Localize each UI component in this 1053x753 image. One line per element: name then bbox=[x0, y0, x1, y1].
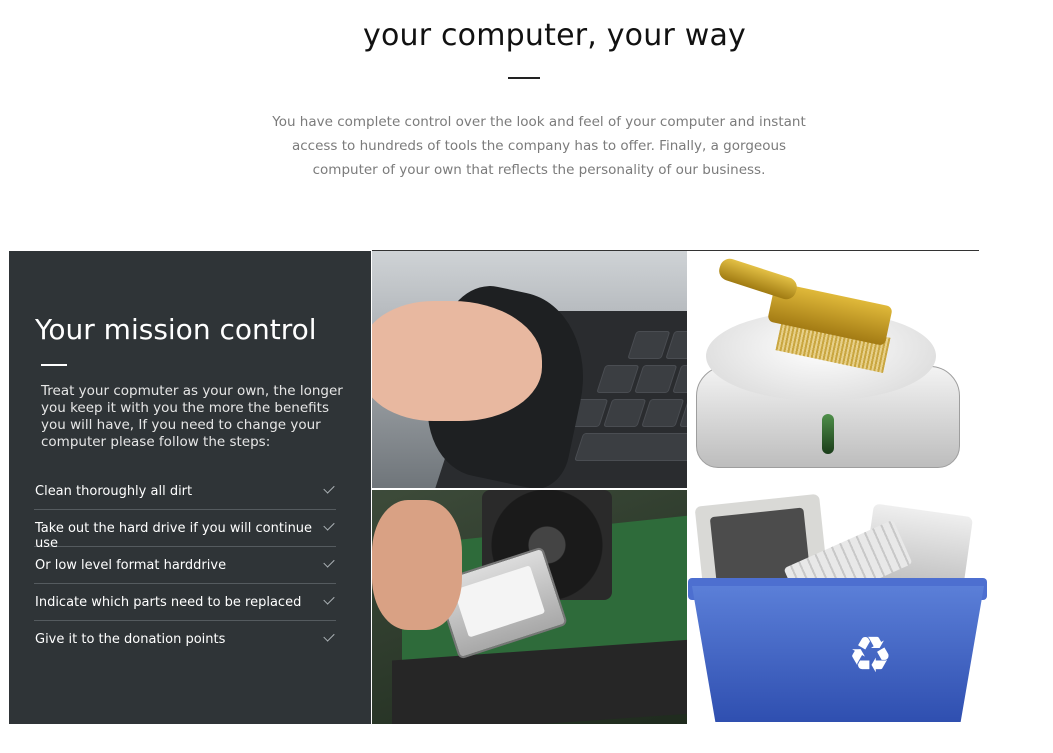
hand-shape bbox=[372, 301, 542, 421]
drive-led bbox=[822, 414, 834, 454]
recycle-bin-computers-image: ♻ bbox=[688, 490, 987, 724]
brush-handle bbox=[716, 256, 800, 302]
check-icon bbox=[323, 630, 335, 642]
step-label: Indicate which parts need to be replaced bbox=[35, 595, 302, 610]
motherboard-hard-drive-image bbox=[372, 490, 687, 724]
recycle-icon: ♻ bbox=[848, 626, 893, 684]
step-item: Take out the hard drive if you will cont… bbox=[34, 510, 336, 551]
check-icon bbox=[323, 556, 335, 568]
steps-list: Clean thoroughly all dirt Take out the h… bbox=[34, 473, 336, 657]
step-label: Give it to the donation points bbox=[35, 632, 226, 647]
step-label: Clean thoroughly all dirt bbox=[35, 484, 193, 499]
panel-description: Treat your copmuter as your own, the lon… bbox=[41, 383, 343, 450]
recycle-bin bbox=[692, 586, 984, 722]
step-item: Indicate which parts need to be replaced bbox=[34, 584, 336, 621]
check-icon bbox=[323, 482, 335, 494]
step-item: Clean thoroughly all dirt bbox=[34, 473, 336, 510]
hard-drive-brush-image bbox=[688, 256, 974, 487]
intro-paragraph: You have complete control over the look … bbox=[272, 114, 806, 178]
step-label: Or low level format harddrive bbox=[35, 558, 227, 573]
mission-control-panel: Your mission control Treat your copmuter… bbox=[9, 251, 371, 724]
check-icon bbox=[323, 593, 335, 605]
title-divider bbox=[508, 77, 540, 79]
step-item: Or low level format harddrive bbox=[34, 547, 336, 584]
laptop-keyboard-cleaning-image bbox=[372, 251, 687, 488]
step-item: Give it to the donation points bbox=[34, 621, 336, 657]
panel-title: Your mission control bbox=[35, 313, 317, 346]
hand-shape bbox=[372, 500, 462, 630]
page-title: your computer, your way bbox=[362, 18, 746, 53]
panel-divider bbox=[41, 364, 67, 366]
